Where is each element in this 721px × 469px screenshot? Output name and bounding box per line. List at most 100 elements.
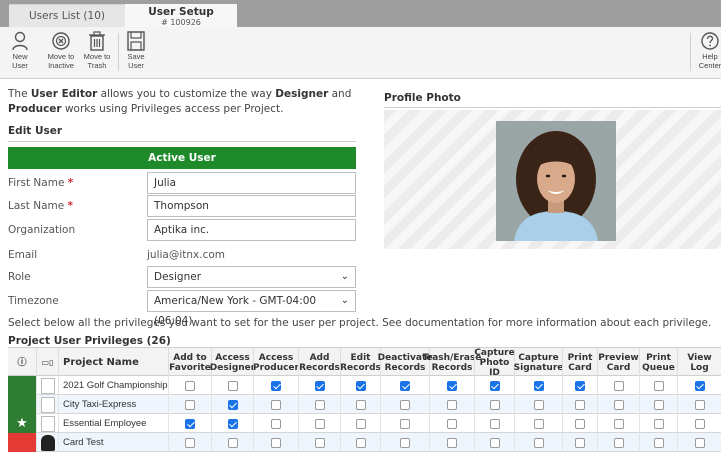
privilege-cell	[514, 433, 562, 452]
first-name-input[interactable]: Julia	[147, 172, 356, 194]
privilege-checkbox[interactable]	[355, 437, 366, 448]
privilege-cell	[597, 395, 639, 414]
privilege-cell	[340, 395, 380, 414]
save-user-button[interactable]: Save User	[119, 30, 153, 70]
privilege-checkbox[interactable]	[355, 399, 366, 410]
privilege-checkbox[interactable]	[489, 380, 500, 391]
privilege-checkbox[interactable]	[314, 418, 325, 429]
last-name-input[interactable]: Thompson	[147, 195, 356, 217]
table-row: 2021 Golf Championship	[8, 376, 721, 395]
privilege-checkbox[interactable]	[533, 380, 544, 391]
privilege-checkbox[interactable]	[575, 380, 585, 391]
first-name-label: First Name *	[8, 177, 74, 189]
privilege-checkbox[interactable]	[533, 399, 544, 410]
privilege-checkbox[interactable]	[227, 399, 238, 410]
privilege-cell	[677, 433, 721, 452]
project-name[interactable]: Essential Employee	[58, 414, 168, 433]
privilege-cell	[380, 395, 429, 414]
help-center-label-2: Center	[698, 60, 721, 70]
help-center-button[interactable]: Help Center	[693, 30, 721, 70]
tab-user-setup[interactable]: User Setup # 100926	[125, 4, 237, 27]
privilege-cell	[597, 414, 639, 433]
table-row: ★ Essential Employee	[8, 414, 721, 433]
privilege-checkbox[interactable]	[694, 418, 705, 429]
chevron-down-icon: ⌄	[340, 271, 349, 282]
privilege-checkbox[interactable]	[694, 399, 705, 410]
privilege-checkbox[interactable]	[613, 380, 624, 391]
privilege-checkbox[interactable]	[227, 380, 238, 391]
timezone-select[interactable]: America/New York - GMT-04:00 (06:04) ⌄	[147, 290, 356, 327]
privilege-checkbox[interactable]	[314, 437, 325, 448]
privilege-checkbox[interactable]	[653, 399, 664, 410]
privilege-checkbox[interactable]	[271, 418, 281, 429]
project-status-indicator[interactable]	[8, 433, 36, 452]
project-status-indicator[interactable]	[8, 376, 36, 395]
info-column-header[interactable]: ⓘ	[8, 348, 36, 377]
move-to-trash-button[interactable]: Move to Trash	[80, 30, 114, 70]
privilege-checkbox[interactable]	[533, 437, 544, 448]
edit-user-title: Edit User	[8, 125, 63, 137]
tab-users-list[interactable]: Users List (10)	[9, 4, 125, 27]
privilege-checkbox[interactable]	[489, 418, 500, 429]
privilege-checkbox[interactable]	[533, 418, 544, 429]
privilege-checkbox[interactable]	[271, 380, 281, 391]
privilege-checkbox[interactable]	[227, 418, 238, 429]
project-name[interactable]: City Taxi-Express	[58, 395, 168, 414]
privilege-checkbox[interactable]	[400, 437, 410, 448]
card-thumbnail-icon	[40, 377, 55, 394]
col-header: View Log	[677, 348, 721, 377]
privilege-checkbox[interactable]	[185, 418, 195, 429]
project-name[interactable]: Card Test	[58, 433, 168, 452]
project-status-indicator[interactable]	[8, 395, 36, 414]
privilege-checkbox[interactable]	[355, 380, 366, 391]
col-header: Access Designer	[210, 348, 255, 377]
privilege-checkbox[interactable]	[447, 418, 457, 429]
privilege-checkbox[interactable]	[575, 437, 585, 448]
privilege-cell	[639, 433, 677, 452]
privilege-checkbox[interactable]	[575, 399, 585, 410]
privilege-checkbox[interactable]	[447, 380, 457, 391]
privilege-checkbox[interactable]	[185, 437, 195, 448]
privilege-checkbox[interactable]	[613, 418, 624, 429]
role-select[interactable]: Designer ⌄	[147, 266, 356, 288]
privilege-cell	[514, 395, 562, 414]
privilege-cell	[298, 414, 340, 433]
privilege-checkbox[interactable]	[355, 418, 366, 429]
new-user-button[interactable]: New User	[3, 30, 37, 70]
privilege-cell	[380, 414, 429, 433]
profile-photo-area[interactable]	[384, 110, 721, 249]
privilege-checkbox[interactable]	[489, 437, 500, 448]
privilege-checkbox[interactable]	[400, 399, 410, 410]
privilege-checkbox[interactable]	[185, 399, 195, 410]
project-name[interactable]: 2021 Golf Championship	[58, 376, 168, 395]
privilege-checkbox[interactable]	[613, 399, 624, 410]
privilege-checkbox[interactable]	[575, 418, 585, 429]
privilege-checkbox[interactable]	[489, 399, 500, 410]
project-status-indicator[interactable]: ★	[8, 414, 36, 433]
organization-input[interactable]: Aptika inc.	[147, 219, 356, 241]
project-thumbnail-cell	[36, 376, 58, 395]
tab-bar: Users List (10) User Setup # 100926	[0, 0, 721, 27]
privilege-checkbox[interactable]	[653, 380, 664, 391]
privilege-checkbox[interactable]	[400, 418, 410, 429]
privilege-checkbox[interactable]	[694, 437, 705, 448]
privilege-checkbox[interactable]	[314, 380, 325, 391]
privilege-checkbox[interactable]	[694, 380, 705, 391]
privilege-checkbox[interactable]	[227, 437, 238, 448]
privilege-checkbox[interactable]	[271, 437, 281, 448]
project-name-header[interactable]: Project Name	[58, 348, 168, 377]
col-header: Print Card	[562, 348, 597, 377]
privilege-checkbox[interactable]	[653, 437, 664, 448]
privilege-checkbox[interactable]	[447, 399, 457, 410]
privilege-checkbox[interactable]	[653, 418, 664, 429]
move-to-inactive-button[interactable]: Move to Inactive	[44, 30, 78, 70]
privilege-checkbox[interactable]	[185, 380, 195, 391]
privilege-checkbox[interactable]	[400, 380, 410, 391]
privilege-checkbox[interactable]	[271, 399, 281, 410]
privilege-cell	[429, 433, 474, 452]
privilege-cell	[562, 395, 597, 414]
privilege-checkbox[interactable]	[613, 437, 624, 448]
privilege-checkbox[interactable]	[314, 399, 325, 410]
privilege-cell	[639, 395, 677, 414]
privilege-checkbox[interactable]	[447, 437, 457, 448]
